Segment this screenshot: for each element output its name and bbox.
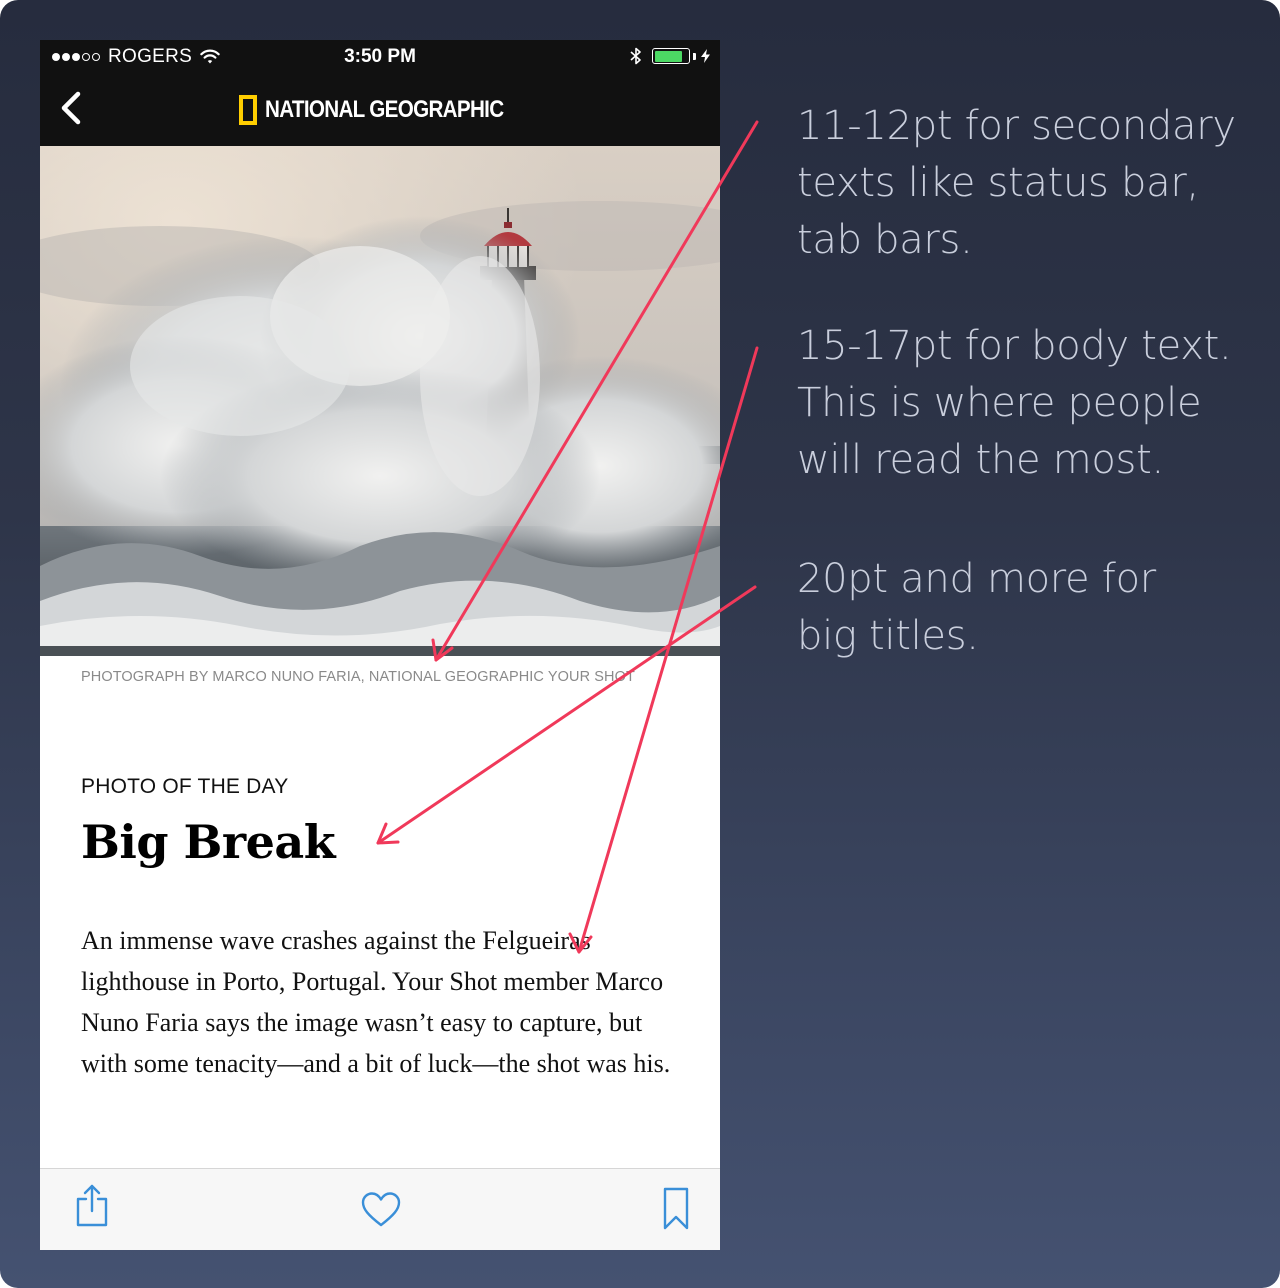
brand: NATIONAL GEOGRAPHIC xyxy=(40,74,720,146)
photo-caption: PHOTOGRAPH BY MARCO NUNO FARIA, NATIONAL… xyxy=(81,669,635,685)
yellow-border-logo-icon xyxy=(239,95,258,125)
phone-screenshot: ROGERS 3:50 PM NATIONAL GEOGRAPHIC PHOTO… xyxy=(40,40,720,1250)
note-line: will read the most. xyxy=(797,437,1164,483)
status-right xyxy=(630,47,710,65)
battery-tip xyxy=(693,52,696,60)
article-title: Big Break xyxy=(81,815,336,869)
share-button[interactable] xyxy=(74,1183,110,1229)
share-icon xyxy=(76,1184,108,1227)
note-line: 15-17pt for body text. xyxy=(797,323,1232,369)
lighthouse-wave-photo xyxy=(40,146,720,656)
charging-bolt-icon xyxy=(701,49,710,63)
bluetooth-icon xyxy=(630,47,641,65)
tab-bar xyxy=(40,1168,720,1250)
annotation-secondary-text: 11-12pt for secondary texts like status … xyxy=(797,98,1257,269)
brand-name: NATIONAL GEOGRAPHIC xyxy=(265,96,504,123)
battery-level xyxy=(654,50,682,62)
note-line: 20pt and more for xyxy=(797,556,1156,602)
note-line: 11-12pt for secondary xyxy=(797,103,1236,149)
battery-icon xyxy=(652,48,690,64)
article-body: An immense wave crashes against the Felg… xyxy=(81,926,671,1078)
nav-bar: NATIONAL GEOGRAPHIC xyxy=(40,74,720,146)
note-line: This is where people xyxy=(797,380,1202,426)
article-kicker: PHOTO OF THE DAY xyxy=(81,775,289,798)
note-line: tab bars. xyxy=(797,217,973,263)
status-time: 3:50 PM xyxy=(344,46,416,67)
status-bar: ROGERS 3:50 PM xyxy=(40,40,720,74)
brand-wrap: NATIONAL GEOGRAPHIC xyxy=(239,95,542,125)
heart-icon xyxy=(361,1192,401,1227)
bookmark-button[interactable] xyxy=(662,1187,690,1231)
annotation-big-titles: 20pt and more for big titles. xyxy=(797,551,1257,665)
presentation-canvas: ROGERS 3:50 PM NATIONAL GEOGRAPHIC PHOTO… xyxy=(0,0,1280,1288)
note-line: texts like status bar, xyxy=(797,160,1199,206)
article-photo xyxy=(40,146,720,656)
note-line: big titles. xyxy=(797,613,979,659)
annotation-body-text: 15-17pt for body text. This is where peo… xyxy=(797,318,1257,489)
like-button[interactable] xyxy=(360,1191,402,1229)
bookmark-icon xyxy=(663,1187,689,1230)
